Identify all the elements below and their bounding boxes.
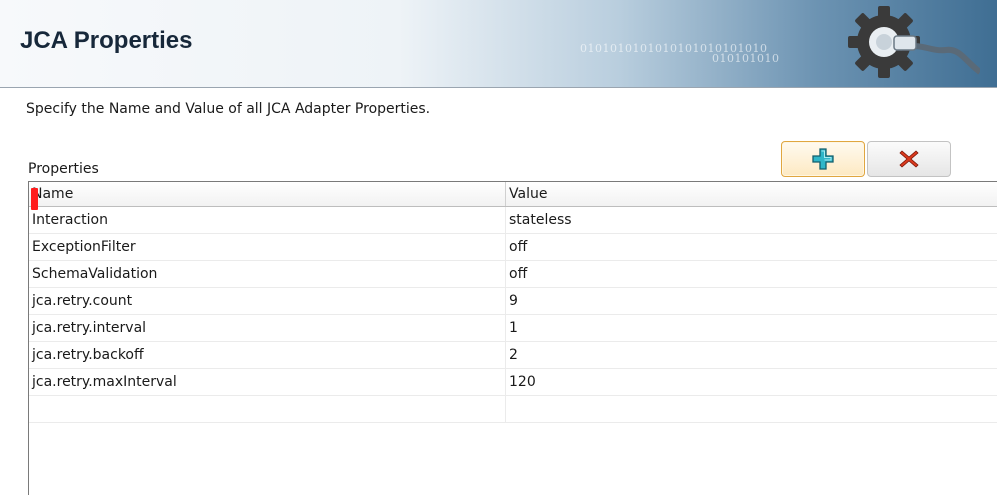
property-name-cell-new[interactable] bbox=[29, 396, 506, 422]
property-name-cell[interactable]: Interaction bbox=[29, 207, 506, 233]
property-value-cell[interactable]: 120 bbox=[506, 369, 997, 395]
table-row[interactable]: jca.retry.backoff 2 bbox=[29, 342, 997, 369]
property-value-cell-new[interactable] bbox=[506, 396, 997, 422]
table-row[interactable]: jca.retry.maxInterval 120 bbox=[29, 369, 997, 396]
page-title: JCA Properties bbox=[20, 27, 193, 54]
table-row[interactable]: jca.retry.count 9 bbox=[29, 288, 997, 315]
table-header: Name Value bbox=[29, 182, 997, 207]
delete-property-button[interactable] bbox=[867, 141, 951, 177]
property-name-cell[interactable]: jca.retry.count bbox=[29, 288, 506, 314]
property-value-cell[interactable]: off bbox=[506, 261, 997, 287]
table-row-new[interactable] bbox=[29, 188, 997, 423]
property-name-cell[interactable]: ExceptionFilter bbox=[29, 234, 506, 260]
properties-table[interactable]: Name Value Interaction stateless Excepti… bbox=[28, 181, 997, 495]
gear-plug-icon bbox=[848, 6, 980, 78]
table-row[interactable]: ExceptionFilter off bbox=[29, 234, 997, 261]
page-header: JCA Properties 0101010101010101010101010… bbox=[0, 0, 997, 88]
x-icon bbox=[899, 150, 919, 168]
add-property-button[interactable] bbox=[781, 141, 865, 177]
table-row[interactable]: jca.retry.interval 1 bbox=[29, 315, 997, 342]
column-header-name[interactable]: Name bbox=[29, 182, 506, 206]
property-value-cell[interactable]: off bbox=[506, 234, 997, 260]
property-value-cell[interactable]: 9 bbox=[506, 288, 997, 314]
property-value-cell[interactable]: stateless bbox=[506, 207, 997, 233]
property-name-cell[interactable]: jca.retry.maxInterval bbox=[29, 369, 506, 395]
description-text: Specify the Name and Value of all JCA Ad… bbox=[26, 101, 431, 117]
column-header-value[interactable]: Value bbox=[506, 182, 997, 206]
property-name-cell[interactable]: jca.retry.interval bbox=[29, 315, 506, 341]
plus-icon bbox=[812, 148, 834, 170]
property-value-cell[interactable]: 1 bbox=[506, 315, 997, 341]
header-binary-decoration-2: 010101010 bbox=[712, 52, 780, 65]
property-name-cell[interactable]: jca.retry.backoff bbox=[29, 342, 506, 368]
edit-cursor-marker bbox=[31, 188, 38, 210]
property-value-cell[interactable]: 2 bbox=[506, 342, 997, 368]
table-row[interactable]: Interaction stateless bbox=[29, 207, 997, 234]
property-name-cell[interactable]: SchemaValidation bbox=[29, 261, 506, 287]
table-row[interactable]: SchemaValidation off bbox=[29, 261, 997, 288]
properties-label: Properties bbox=[28, 161, 99, 177]
